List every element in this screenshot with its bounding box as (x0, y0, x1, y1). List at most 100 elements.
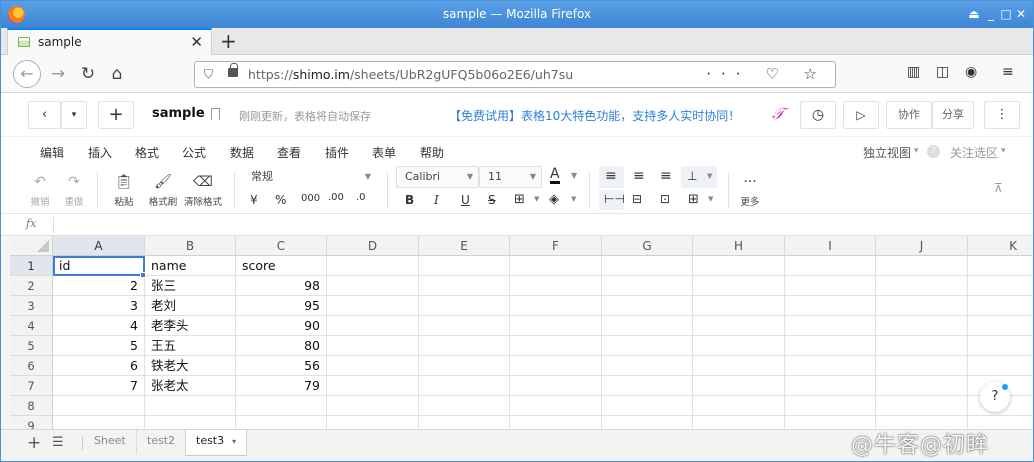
cell-j7[interactable] (876, 376, 968, 396)
promo-link[interactable]: 【免费试用】表格10大特色功能，支持多人实时协同！ (449, 107, 740, 124)
text-clip-icon[interactable]: ⊡ (660, 192, 670, 206)
cell-h6[interactable] (693, 356, 785, 376)
cell-j5[interactable] (876, 336, 968, 356)
align-right-icon[interactable]: ≡ (660, 168, 672, 184)
column-header-k[interactable]: K (968, 236, 1032, 256)
borders-arrow-icon[interactable]: ▼ (534, 195, 539, 203)
cell-g2[interactable] (602, 276, 693, 296)
fill-handle[interactable] (140, 272, 146, 278)
cell-g3[interactable] (602, 296, 693, 316)
cell-a6[interactable]: 6 (53, 356, 145, 376)
column-header-h[interactable]: H (693, 236, 785, 256)
focus-arrow-icon[interactable]: ▾ (1001, 146, 1006, 156)
cell-h8[interactable] (693, 396, 785, 416)
column-header-b[interactable]: B (145, 236, 236, 256)
cell-f8[interactable] (510, 396, 602, 416)
cell-k3[interactable] (968, 296, 1032, 316)
currency-format-button[interactable]: ¥ (250, 193, 258, 207)
cell-c7[interactable]: 79 (236, 376, 327, 396)
cell-f6[interactable] (510, 356, 602, 376)
cell-j8[interactable] (876, 396, 968, 416)
sheet-tab-sheet[interactable]: Sheet (84, 430, 137, 454)
cell-g7[interactable] (602, 376, 693, 396)
vertical-align-bottom-icon[interactable]: ⊥ (687, 169, 697, 183)
add-sheet-button[interactable]: + (27, 433, 41, 453)
history-button[interactable]: ◷ (800, 101, 836, 129)
cell-c8[interactable] (236, 396, 327, 416)
cell-c6[interactable]: 56 (236, 356, 327, 376)
menu-view[interactable]: 查看 (277, 144, 301, 161)
collaborate-button[interactable]: 协作 (886, 101, 932, 129)
back-button[interactable]: ← (13, 60, 41, 88)
new-document-button[interactable]: + (98, 101, 134, 129)
menu-plugins[interactable]: 插件 (325, 144, 349, 161)
text-wrap-icon[interactable]: ⊟ (632, 192, 642, 206)
cell-e5[interactable] (419, 336, 510, 356)
format-painter-button[interactable]: 🖌︎ 格式刷 (148, 173, 178, 208)
column-header-f[interactable]: F (510, 236, 602, 256)
cell-f5[interactable] (510, 336, 602, 356)
cell-a5[interactable]: 5 (53, 336, 145, 356)
more-tools-button[interactable]: ··· 更多 (737, 173, 763, 208)
cell-g4[interactable] (602, 316, 693, 336)
cell-j3[interactable] (876, 296, 968, 316)
forward-button[interactable]: → (45, 62, 71, 86)
cell-b8[interactable] (145, 396, 236, 416)
column-header-g[interactable]: G (602, 236, 693, 256)
sheet-list-icon[interactable]: ☰ (52, 435, 64, 450)
cell-d8[interactable] (327, 396, 419, 416)
present-button[interactable]: ▷ (843, 101, 879, 129)
new-tab-button[interactable]: + (220, 29, 237, 53)
cell-b4[interactable]: 老李头 (145, 316, 236, 336)
menu-data[interactable]: 数据 (230, 144, 254, 161)
row-header-6[interactable]: 6 (10, 356, 53, 376)
home-button[interactable]: ⌂ (104, 62, 130, 86)
menu-format[interactable]: 格式 (135, 144, 159, 161)
paste-button[interactable]: 📋︎ 粘贴 (111, 173, 137, 208)
collapse-toolbar-icon[interactable]: ⊼ (994, 181, 1003, 195)
cell-h9[interactable] (693, 416, 785, 429)
share-button[interactable]: 分享 (932, 101, 974, 129)
cell-j1[interactable] (876, 256, 968, 276)
menu-help[interactable]: 帮助 (420, 144, 444, 161)
number-format-dropdown[interactable]: 常规 ▼ (242, 166, 377, 188)
column-header-i[interactable]: I (785, 236, 876, 256)
text-color-arrow-icon[interactable]: ▼ (571, 171, 577, 180)
close-tab-icon[interactable]: ✕ (190, 33, 203, 51)
focus-selection-toggle[interactable]: 关注选区 (950, 144, 998, 161)
cell-d3[interactable] (327, 296, 419, 316)
help-question-icon[interactable]: ? (927, 145, 940, 158)
borders-icon[interactable]: ⊞ (514, 192, 525, 207)
underline-button[interactable]: U (461, 193, 470, 207)
redo-button[interactable]: ↷ 重做 (62, 173, 86, 208)
cell-h3[interactable] (693, 296, 785, 316)
merge-arrow-icon[interactable]: ▼ (708, 195, 713, 203)
view-mode-arrow-icon[interactable]: ▾ (914, 146, 919, 156)
cell-j4[interactable] (876, 316, 968, 336)
cell-i4[interactable] (785, 316, 876, 336)
percent-format-button[interactable]: % (275, 193, 286, 207)
cell-h2[interactable] (693, 276, 785, 296)
column-header-c[interactable]: C (236, 236, 327, 256)
browser-tab-sample[interactable]: sample ✕ (7, 28, 212, 55)
cell-f3[interactable] (510, 296, 602, 316)
cell-e2[interactable] (419, 276, 510, 296)
cell-b9[interactable] (145, 416, 236, 429)
template-logo-icon[interactable]: 𝒯 (772, 104, 784, 124)
document-title[interactable]: sample (152, 106, 205, 121)
cell-d5[interactable] (327, 336, 419, 356)
select-all-corner[interactable] (10, 236, 53, 256)
font-family-dropdown[interactable]: Calibri ▼ (396, 166, 479, 188)
cell-e3[interactable] (419, 296, 510, 316)
column-header-e[interactable]: E (419, 236, 510, 256)
sidebar-icon[interactable]: ◫ (936, 64, 949, 80)
cell-e1[interactable] (419, 256, 510, 276)
row-header-1[interactable]: 1 (10, 256, 53, 276)
text-overflow-icon[interactable]: ⊢⊣ (604, 192, 625, 206)
cell-k4[interactable] (968, 316, 1032, 336)
cell-f7[interactable] (510, 376, 602, 396)
close-window-button[interactable]: ✕ (1014, 6, 1028, 23)
cell-b1[interactable]: name (145, 256, 236, 276)
font-size-dropdown[interactable]: 11 ▼ (479, 166, 542, 188)
cell-b5[interactable]: 王五 (145, 336, 236, 356)
